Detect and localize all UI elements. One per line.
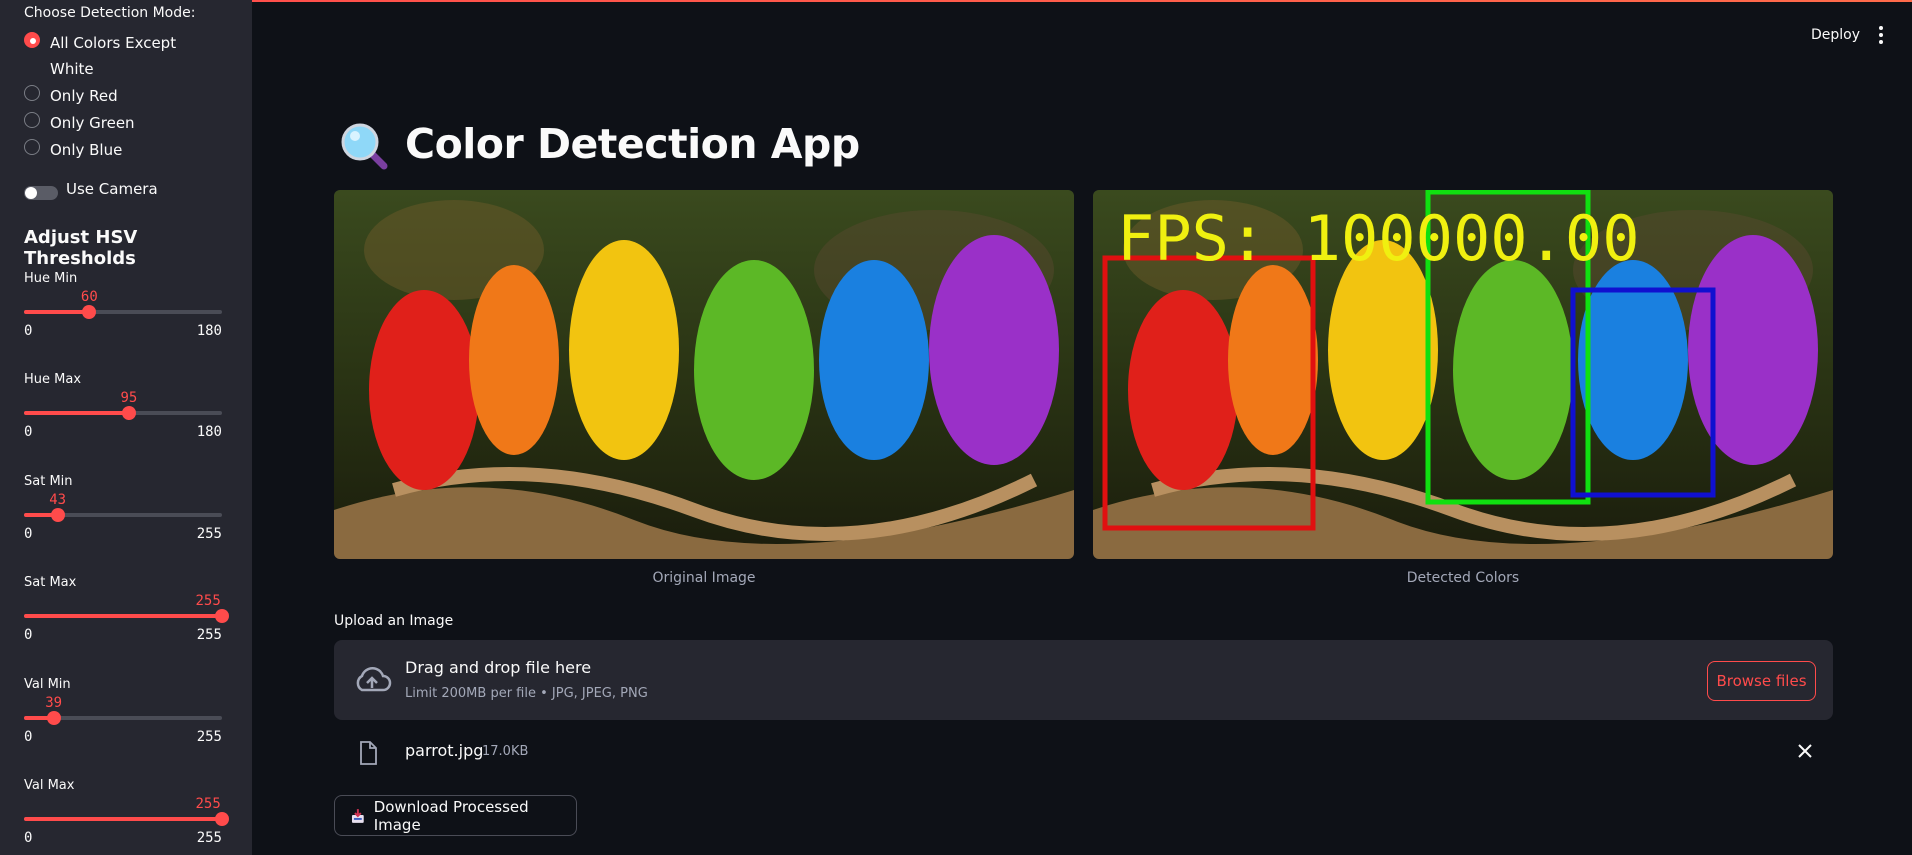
slider-hue-max: Hue Max 95 0 180	[24, 372, 222, 462]
slider-hue-min: Hue Min 60 0 180	[24, 271, 222, 361]
slider-thumb[interactable]	[121, 406, 136, 420]
slider-min: 0	[24, 627, 33, 643]
slider-value: 39	[45, 695, 63, 711]
slider-min: 0	[24, 424, 33, 440]
slider-track[interactable]	[24, 812, 229, 826]
radio-label: Only Blue	[50, 141, 123, 159]
slider-thumb[interactable]	[215, 609, 229, 623]
slider-track[interactable]	[24, 609, 229, 623]
slider-fill	[24, 310, 90, 314]
upload-label: Upload an Image	[334, 613, 454, 629]
slider-val-min: Val Min 39 0 255	[24, 677, 222, 767]
download-label: Download Processed Image	[373, 797, 529, 834]
radio-only-red[interactable]: Only Red	[24, 83, 200, 109]
file-dropzone[interactable]: Drag and drop file here Limit 200MB per …	[334, 640, 1833, 720]
slider-value: 43	[49, 492, 67, 508]
detected-parrots-image: FPS: 100000.00	[1093, 190, 1833, 559]
camera-toggle[interactable]	[24, 186, 58, 200]
slider-fill	[24, 411, 129, 415]
slider-track[interactable]	[24, 406, 222, 420]
uploaded-file-row: parrot.jpg 17.0KB	[334, 733, 1833, 773]
slider-thumb[interactable]	[46, 711, 61, 725]
radio-all-colors[interactable]: All Colors Except White	[24, 30, 200, 82]
slider-track[interactable]	[24, 305, 222, 319]
dropzone-title: Drag and drop file here	[405, 658, 592, 677]
detected-caption: Detected Colors	[1406, 570, 1520, 586]
camera-toggle-label: Use Camera	[66, 180, 158, 198]
slider-max: 255	[196, 830, 222, 846]
top-accent-line	[0, 0, 1912, 2]
original-image	[334, 190, 1074, 559]
original-caption: Original Image	[652, 570, 756, 586]
slider-value: 255	[195, 593, 221, 609]
slider-max: 255	[196, 627, 222, 643]
slider-min: 0	[24, 323, 33, 339]
slider-label: Val Min	[24, 677, 71, 692]
sidebar: Choose Detection Mode: All Colors Except…	[0, 0, 252, 855]
radio-label: All Colors Except White	[50, 34, 177, 78]
slider-label: Sat Max	[24, 575, 77, 590]
file-name: parrot.jpg	[405, 741, 484, 760]
slider-label: Hue Min	[24, 271, 78, 286]
slider-fill	[24, 614, 222, 618]
slider-min: 0	[24, 526, 33, 542]
radio-selected-icon[interactable]	[24, 32, 40, 48]
slider-sat-max: Sat Max 255 0 255	[24, 575, 229, 665]
slider-thumb[interactable]	[215, 812, 229, 826]
slider-min: 0	[24, 830, 33, 846]
slider-track[interactable]	[24, 711, 222, 725]
slider-max: 255	[196, 526, 222, 542]
hsv-heading: Adjust HSV Thresholds	[24, 227, 138, 269]
browse-files-button[interactable]: Browse files	[1707, 661, 1816, 701]
fps-overlay: FPS: 100000.00	[1117, 202, 1640, 275]
slider-val-max: Val Max 255 0 255	[24, 778, 229, 855]
radio-icon[interactable]	[24, 139, 40, 155]
slider-label: Sat Min	[24, 474, 73, 489]
slider-max: 255	[196, 729, 222, 745]
slider-value: 255	[195, 796, 221, 812]
slider-sat-min: Sat Min 43 0 255	[24, 474, 222, 564]
slider-fill	[24, 817, 222, 821]
close-icon[interactable]	[1797, 743, 1813, 759]
more-menu-icon[interactable]	[1878, 26, 1884, 44]
slider-label: Hue Max	[24, 372, 82, 387]
slider-value: 95	[120, 390, 138, 406]
deploy-button[interactable]: Deploy	[1811, 27, 1860, 43]
slider-label: Val Max	[24, 778, 75, 793]
slider-max: 180	[196, 424, 222, 440]
radio-only-green[interactable]: Only Green	[24, 110, 200, 136]
page-title: Color Detection App	[405, 120, 860, 168]
inbox-tray-icon	[351, 808, 364, 823]
file-size: 17.0KB	[482, 744, 529, 759]
slider-track[interactable]	[24, 508, 222, 522]
slider-value: 60	[80, 289, 98, 305]
cloud-upload-icon	[356, 667, 392, 692]
magnifier-icon	[341, 123, 388, 170]
radio-icon[interactable]	[24, 85, 40, 101]
radio-icon[interactable]	[24, 112, 40, 128]
radio-label: Only Green	[50, 114, 135, 132]
dropzone-limit-text: Limit 200MB per file • JPG, JPEG, PNG	[405, 686, 648, 701]
slider-thumb[interactable]	[82, 305, 97, 319]
radio-label: Only Red	[50, 87, 118, 105]
parrots-image	[334, 190, 1074, 559]
detection-mode-label: Choose Detection Mode:	[24, 5, 196, 21]
detected-image: FPS: 100000.00	[1093, 190, 1833, 559]
download-button[interactable]: Download Processed Image	[334, 795, 577, 836]
slider-min: 0	[24, 729, 33, 745]
slider-max: 180	[196, 323, 222, 339]
radio-only-blue[interactable]: Only Blue	[24, 137, 200, 163]
file-icon	[360, 741, 377, 765]
slider-thumb[interactable]	[50, 508, 65, 522]
